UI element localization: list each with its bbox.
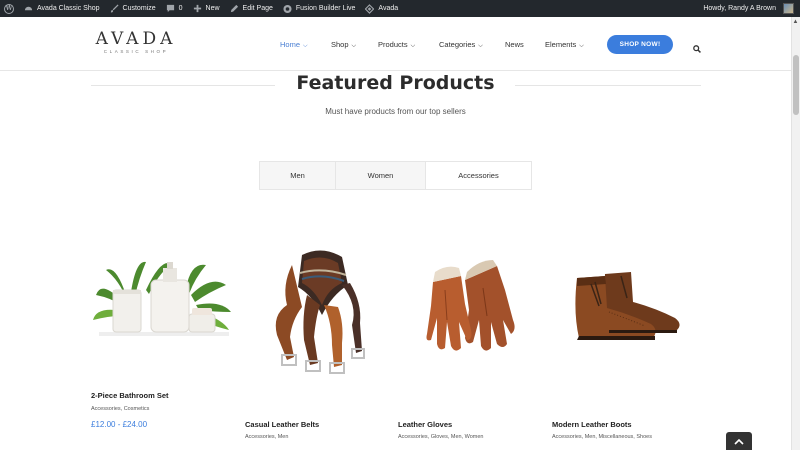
brush-icon <box>110 4 119 13</box>
admin-bar-customize[interactable]: Customize <box>105 0 161 17</box>
admin-bar: W Avada Classic Shop Customize 0 New Edi… <box>0 0 800 17</box>
logo-main-text: AVADA <box>95 29 177 49</box>
nav-shop[interactable]: Shop ⌵ <box>331 40 356 50</box>
bathroom-set-image[interactable] <box>91 250 239 350</box>
admin-bar-avada[interactable]: Avada <box>360 0 403 17</box>
scroll-up-arrow-icon[interactable]: ▲ <box>791 17 800 27</box>
dashboard-icon <box>24 4 33 13</box>
admin-bar-account[interactable]: Howdy, Randy A Brown <box>703 0 776 17</box>
nav-elements-label: Elements <box>545 40 577 49</box>
section-subtitle: Must have products from our top sellers <box>325 107 466 116</box>
nav-categories[interactable]: Categories ⌵ <box>439 40 483 50</box>
comment-icon <box>166 4 175 13</box>
chevron-up-icon <box>734 432 744 450</box>
logo-sub-text: CLASSIC SHOP <box>103 49 169 54</box>
new-label: New <box>205 5 220 12</box>
product-name[interactable]: Modern Leather Boots <box>552 420 632 429</box>
nav-elements[interactable]: Elements ⌵ <box>545 40 584 50</box>
nav-products-label: Products <box>378 40 408 49</box>
page-scrollbar[interactable] <box>791 17 800 450</box>
avada-icon <box>365 3 375 14</box>
product-name[interactable]: 2-Piece Bathroom Set <box>91 391 169 400</box>
leather-boots-image[interactable] <box>565 268 687 348</box>
admin-bar-comments[interactable]: 0 <box>161 0 188 17</box>
chevron-down-icon: ⌵ <box>410 43 416 49</box>
shop-now-button[interactable]: SHOP NOW! <box>607 35 673 54</box>
admin-bar-edit-page[interactable]: Edit Page <box>225 0 278 17</box>
comments-count: 0 <box>178 5 183 12</box>
admin-bar-fusion-builder[interactable]: Fusion Builder Live <box>278 0 361 17</box>
site-name-label: Avada Classic Shop <box>37 5 100 12</box>
admin-bar-site-name[interactable]: Avada Classic Shop <box>19 0 105 17</box>
fusion-builder-label: Fusion Builder Live <box>295 5 356 12</box>
section-title: Featured Products <box>296 72 495 94</box>
tab-accessories-label: Accessories <box>458 171 499 180</box>
leather-gloves-image[interactable] <box>425 260 525 356</box>
edit-page-label: Edit Page <box>242 5 273 12</box>
tab-women-label: Women <box>367 171 394 180</box>
avada-label: Avada <box>378 5 399 12</box>
tab-men[interactable]: Men <box>260 162 336 189</box>
shop-now-label: SHOP NOW! <box>619 41 661 48</box>
product-price: £12.00 - £24.00 <box>91 420 148 429</box>
chevron-down-icon: ⌵ <box>478 43 483 49</box>
product-categories[interactable]: Accessories, Men, Miscellaneous, Shoes <box>552 434 652 440</box>
product-name[interactable]: Leather Gloves <box>398 420 452 429</box>
nav-products[interactable]: Products ⌵ <box>378 40 415 50</box>
chevron-down-icon: ⌵ <box>351 43 357 49</box>
pencil-icon <box>230 4 239 13</box>
greeting-text: Howdy, Randy A Brown <box>703 5 776 12</box>
chevron-down-icon: ⌵ <box>579 43 584 49</box>
site-logo[interactable]: AVADA CLASSIC SHOP <box>91 30 181 54</box>
tab-men-label: Men <box>290 171 305 180</box>
customize-label: Customize <box>122 5 156 12</box>
plus-icon <box>193 4 202 13</box>
product-name[interactable]: Casual Leather Belts <box>245 420 319 429</box>
nav-home-label: Home <box>280 40 301 49</box>
scrollbar-thumb[interactable] <box>793 55 799 115</box>
avatar[interactable] <box>783 3 794 14</box>
search-icon[interactable] <box>693 40 701 53</box>
site-header: AVADA CLASSIC SHOP Home ⌵ Shop ⌵ Products ⌵… <box>0 17 791 71</box>
product-categories[interactable]: Accessories, Cosmetics <box>91 406 149 412</box>
nav-news-label: News <box>505 40 524 49</box>
fusion-icon <box>283 4 292 13</box>
tab-accessories[interactable]: Accessories <box>426 162 531 189</box>
back-to-top-button[interactable] <box>726 432 752 450</box>
admin-bar-wordpress[interactable]: W <box>0 0 19 17</box>
chevron-down-icon: ⌵ <box>303 43 308 49</box>
product-categories[interactable]: Accessories, Gloves, Men, Women <box>398 434 483 440</box>
product-categories[interactable]: Accessories, Men <box>245 434 288 440</box>
nav-news[interactable]: News <box>505 40 524 49</box>
nav-shop-label: Shop <box>331 40 349 49</box>
tab-women[interactable]: Women <box>336 162 426 189</box>
wordpress-logo-icon: W <box>4 3 14 14</box>
leather-belts-image[interactable] <box>262 245 372 375</box>
nav-home[interactable]: Home ⌵ <box>280 40 308 50</box>
product-tabs: Men Women Accessories <box>259 161 532 190</box>
admin-bar-new[interactable]: New <box>188 0 225 17</box>
nav-categories-label: Categories <box>439 40 476 49</box>
